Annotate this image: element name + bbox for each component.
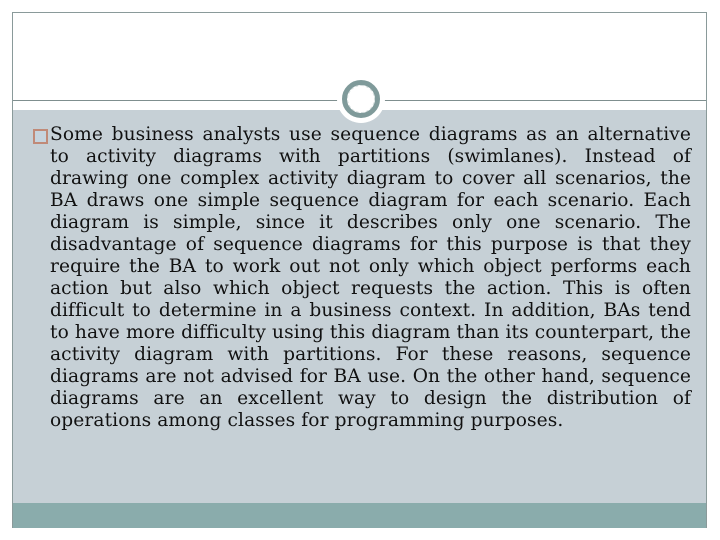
- footer-bar: [13, 503, 706, 528]
- bullet-item: Some business analysts use sequence diag…: [33, 124, 708, 432]
- content-area: Some business analysts use sequence diag…: [13, 110, 706, 503]
- ornament-ring: [342, 80, 380, 118]
- circle-ornament-icon: [337, 75, 385, 123]
- square-bullet-icon: [33, 129, 48, 144]
- slide: Some business analysts use sequence diag…: [12, 12, 707, 528]
- bullet-text: Some business analysts use sequence diag…: [50, 124, 691, 431]
